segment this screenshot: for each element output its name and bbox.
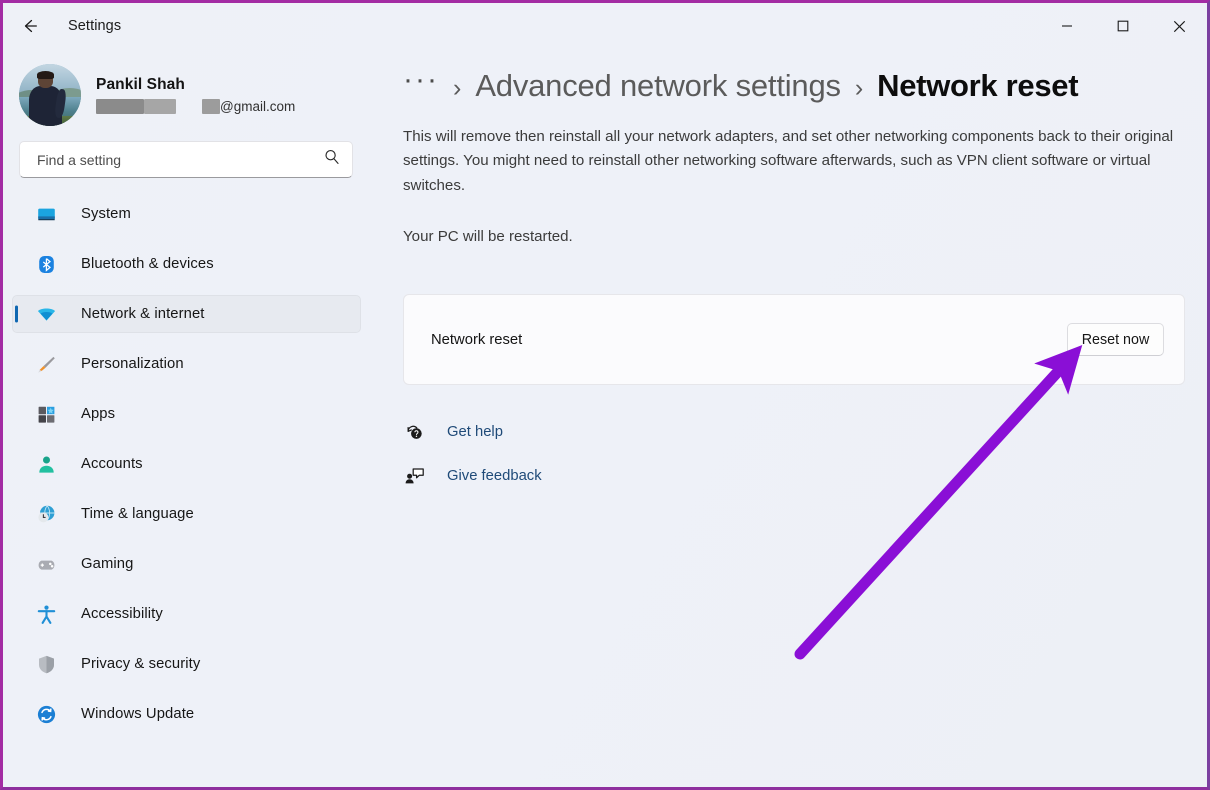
- account-block[interactable]: Pankil Shah @gmail.com: [3, 49, 370, 126]
- breadcrumb-separator-icon: ›: [452, 74, 462, 102]
- sidebar-item-label: Gaming: [81, 556, 134, 572]
- accessibility-icon: [35, 603, 57, 625]
- sidebar-item-label: Personalization: [81, 356, 184, 372]
- sidebar-item-accessibility[interactable]: Accessibility: [12, 595, 361, 633]
- breadcrumb-separator-icon: ›: [854, 74, 864, 102]
- give-feedback-label: Give feedback: [447, 468, 542, 484]
- close-icon: [1173, 20, 1185, 32]
- search-input[interactable]: [35, 150, 323, 169]
- gamepad-icon: [35, 553, 57, 575]
- search-icon[interactable]: [323, 148, 341, 171]
- settings-window: Settings Pankil Shah @gmail.com Find a s…: [0, 0, 1210, 790]
- person-icon: [38, 456, 54, 473]
- minimize-icon: [1062, 25, 1072, 27]
- back-button[interactable]: [13, 11, 47, 41]
- get-help-icon: [403, 421, 425, 443]
- account-text: Pankil Shah @gmail.com: [96, 76, 295, 114]
- sidebar-item-network-internet[interactable]: Network & internet: [12, 295, 361, 333]
- breadcrumb-overflow-button[interactable]: ···: [403, 65, 439, 95]
- get-help-link[interactable]: Get help: [403, 417, 603, 447]
- paintbrush-icon: [35, 353, 57, 375]
- apps-grid-icon: [35, 403, 57, 425]
- sidebar: Pankil Shah @gmail.com System Bluetooth &…: [3, 49, 370, 787]
- breadcrumb: ··· › Advanced network settings › Networ…: [370, 49, 1207, 104]
- sidebar-item-label: Windows Update: [81, 706, 195, 722]
- description-paragraph-1: This will remove then reinstall all your…: [403, 128, 1174, 194]
- network-reset-card: Network reset Reset now: [403, 294, 1185, 385]
- wifi-icon: [35, 303, 57, 325]
- minimize-button[interactable]: [1039, 3, 1095, 49]
- gamepad-icon: [38, 560, 54, 570]
- window-title: Settings: [68, 18, 122, 34]
- window-controls: [1039, 3, 1207, 49]
- account-email: @gmail.com: [96, 99, 295, 115]
- redaction-block: [144, 98, 176, 114]
- refresh-icon: [37, 705, 55, 723]
- monitor-icon: [35, 203, 57, 225]
- redaction-block: [202, 98, 220, 114]
- shield-icon: [38, 655, 54, 673]
- person-icon: [35, 453, 57, 475]
- accessibility-icon: [37, 605, 55, 624]
- give-feedback-link[interactable]: Give feedback: [403, 461, 603, 491]
- get-help-label: Get help: [447, 424, 503, 440]
- reset-now-button[interactable]: Reset now: [1067, 323, 1164, 356]
- maximize-icon: [1117, 20, 1129, 32]
- avatar: [19, 64, 81, 126]
- paintbrush-icon: [37, 356, 55, 373]
- refresh-icon: [35, 703, 57, 725]
- sidebar-item-label: System: [81, 206, 131, 222]
- redaction-block: [96, 98, 144, 114]
- sidebar-item-personalization[interactable]: Personalization: [12, 345, 361, 383]
- page-title: Network reset: [877, 68, 1079, 103]
- breadcrumb-parent-link[interactable]: Advanced network settings: [475, 68, 841, 104]
- sidebar-item-apps[interactable]: Apps: [12, 395, 361, 433]
- sidebar-item-system[interactable]: System: [12, 195, 361, 233]
- bluetooth-icon: [35, 253, 57, 275]
- sidebar-item-accounts[interactable]: Accounts: [12, 445, 361, 483]
- sidebar-item-privacy-security[interactable]: Privacy & security: [12, 645, 361, 683]
- clock-globe-icon: [35, 503, 57, 525]
- account-name: Pankil Shah: [96, 75, 185, 93]
- sidebar-item-gaming[interactable]: Gaming: [12, 545, 361, 583]
- sidebar-item-label: Network & internet: [81, 306, 205, 322]
- main-content: ··· › Advanced network settings › Networ…: [370, 49, 1207, 787]
- apps-grid-icon: [38, 406, 54, 423]
- sidebar-item-time-language[interactable]: Time & language: [12, 495, 361, 533]
- account-email-suffix: @gmail.com: [220, 98, 296, 114]
- sidebar-item-label: Bluetooth & devices: [81, 256, 214, 272]
- search-box[interactable]: [19, 141, 353, 178]
- help-links: Get help Give feedback: [403, 417, 603, 505]
- back-arrow-icon: [24, 19, 37, 33]
- title-bar: Settings: [3, 3, 1207, 49]
- network-reset-label: Network reset: [431, 331, 523, 348]
- maximize-button[interactable]: [1095, 3, 1151, 49]
- sidebar-item-label: Privacy & security: [81, 656, 201, 672]
- shield-icon: [35, 653, 57, 675]
- bluetooth-icon: [38, 255, 54, 273]
- sidebar-item-label: Accessibility: [81, 606, 163, 622]
- sidebar-item-bluetooth-devices[interactable]: Bluetooth & devices: [12, 245, 361, 283]
- sidebar-nav: System Bluetooth & devices Network & inter…: [3, 195, 370, 733]
- sidebar-item-label: Apps: [81, 406, 116, 422]
- description-block: This will remove then reinstall all your…: [370, 104, 1187, 250]
- monitor-icon: [37, 208, 55, 220]
- wifi-icon: [37, 307, 55, 321]
- close-button[interactable]: [1151, 3, 1207, 49]
- sidebar-item-windows-update[interactable]: Windows Update: [12, 695, 361, 733]
- sidebar-item-label: Accounts: [81, 456, 143, 472]
- clock-globe-icon: [37, 505, 54, 522]
- sidebar-item-label: Time & language: [81, 506, 194, 522]
- give-feedback-icon: [403, 465, 425, 487]
- description-paragraph-2: Your PC will be restarted.: [403, 228, 573, 246]
